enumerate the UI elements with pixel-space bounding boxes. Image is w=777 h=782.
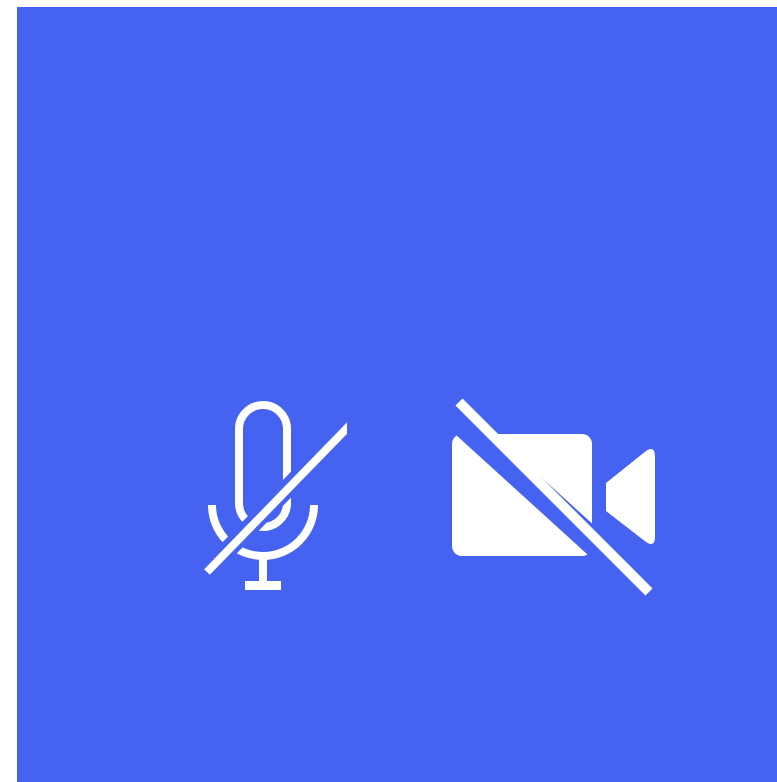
mic-off-icon xyxy=(187,393,347,593)
call-preview-area xyxy=(17,7,777,782)
video-off-icon xyxy=(440,393,665,603)
camera-toggle-button[interactable] xyxy=(440,393,665,603)
microphone-toggle-button[interactable] xyxy=(187,393,347,593)
